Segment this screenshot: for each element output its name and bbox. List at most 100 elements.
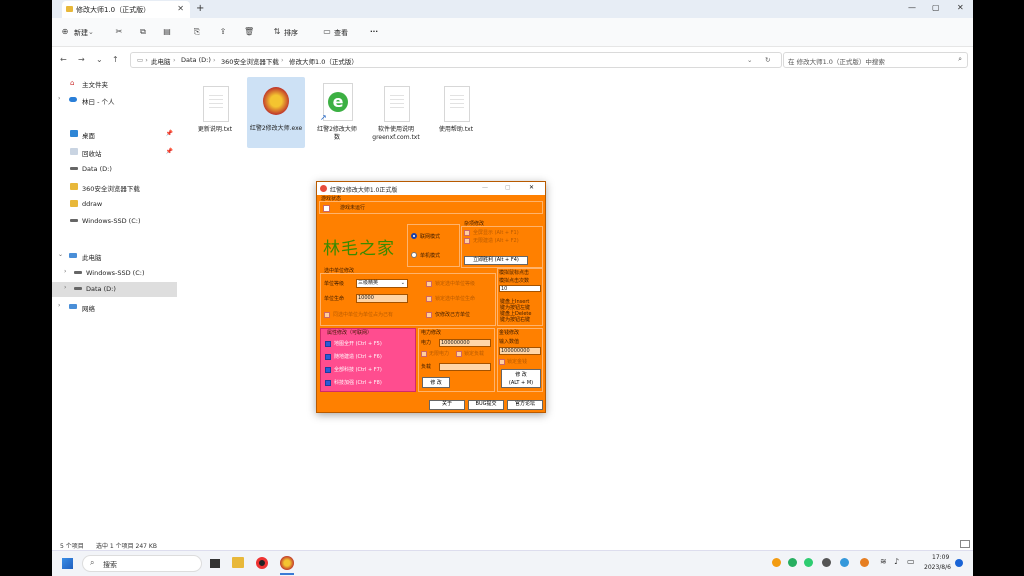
nav-item-data-d[interactable]: Data (D:) (52, 162, 177, 177)
power-input[interactable]: 100000000 (439, 339, 491, 347)
lock-level-checkbox[interactable] (426, 281, 432, 287)
chevron-right-icon[interactable]: › (58, 302, 60, 309)
about-button[interactable]: 关于 (429, 400, 465, 410)
lock-hp-checkbox[interactable] (426, 296, 432, 302)
lock-load-checkbox[interactable] (456, 351, 462, 357)
build-anywhere-checkbox[interactable] (325, 354, 331, 360)
nav-item-windows-ssd[interactable]: Windows-SSD (C:) (52, 214, 177, 229)
refresh-icon[interactable]: ↻ (765, 56, 770, 64)
fullscreen-checkbox[interactable] (464, 230, 470, 236)
wifi-icon[interactable]: ≋ (880, 557, 887, 566)
close-button[interactable]: ✕ (529, 184, 534, 191)
nav-item-desktop[interactable]: 桌面 📌 (52, 127, 177, 142)
sort-button[interactable]: 排序 (284, 28, 298, 38)
tech-boost-checkbox[interactable] (325, 380, 331, 386)
nav-item-360-download[interactable]: 360安全浏览器下载 (52, 180, 177, 195)
breadcrumb[interactable]: Data (D:) (181, 56, 211, 64)
tray-app-icon[interactable] (772, 558, 781, 567)
load-input[interactable] (439, 363, 491, 371)
chevron-down-icon[interactable]: ⌄ (747, 56, 752, 64)
rename-icon[interactable]: ⎘ (192, 27, 202, 37)
chevron-right-icon[interactable]: › (58, 95, 60, 102)
record-icon[interactable] (256, 557, 268, 569)
all-tech-checkbox[interactable] (325, 367, 331, 373)
back-icon[interactable]: ← (60, 55, 67, 64)
close-window-button[interactable]: ✕ (957, 3, 964, 12)
share-icon[interactable]: ⇪ (218, 27, 228, 37)
clock-time[interactable]: 17:09 (932, 554, 949, 561)
file-item[interactable]: 使用帮助.txt (427, 78, 485, 154)
taskbar: ⌕ 搜索 ≋ ♪ ▭ 17:09 2023/8/6 (52, 550, 973, 576)
own-units-checkbox[interactable] (426, 312, 432, 318)
breadcrumb[interactable]: 360安全浏览器下载 (221, 56, 279, 66)
nav-item-this-pc[interactable]: ⌄ 此电脑 (52, 249, 177, 264)
trainer-app-icon[interactable] (280, 556, 294, 570)
clock-date[interactable]: 2023/8/6 (924, 564, 951, 571)
nav-item-network[interactable]: › 网络 (52, 300, 177, 315)
tray-app-icon[interactable] (788, 558, 797, 567)
tray-app-icon[interactable] (804, 558, 813, 567)
task-view-icon[interactable] (210, 559, 220, 568)
tray-app-icon[interactable] (860, 558, 869, 567)
nav-item-recycle[interactable]: 回收站 📌 (52, 145, 177, 160)
chevron-down-icon[interactable]: ⌄ (58, 251, 63, 258)
tray-app-icon[interactable] (822, 558, 831, 567)
delete-icon[interactable]: 🗑 (244, 27, 254, 37)
new-button[interactable]: 新建 (74, 28, 88, 38)
up-icon[interactable]: ↑ (112, 55, 119, 64)
unit-opt3-checkbox[interactable] (324, 312, 330, 318)
maximize-button[interactable]: ▢ (932, 3, 940, 12)
file-item[interactable]: 软件使用说明 greenxf.com.txt (367, 78, 425, 154)
minimize-button[interactable]: — (482, 184, 488, 191)
maximize-button[interactable]: ▢ (505, 184, 511, 191)
lock-money-checkbox[interactable] (499, 359, 505, 365)
forward-icon[interactable]: → (78, 55, 85, 64)
nav-item-data-d-selected[interactable]: › Data (D:) (52, 282, 177, 297)
power-modify-button[interactable]: 修 改 (422, 377, 450, 388)
online-mode-radio[interactable] (411, 233, 417, 239)
file-item[interactable]: 更新说明.txt (186, 78, 244, 154)
game-status-checkbox[interactable] (323, 205, 330, 212)
click-count-input[interactable]: 10 (499, 285, 541, 292)
breadcrumb[interactable]: 修改大师1.0（正式版） (289, 56, 358, 66)
volume-icon[interactable]: ♪ (894, 557, 899, 566)
instant-win-button[interactable]: 立即胜利 (Alt + F4) (464, 256, 528, 265)
map-reveal-checkbox[interactable] (325, 341, 331, 347)
paste-icon[interactable]: ▤ (162, 27, 172, 37)
nav-item-home[interactable]: ⌂ 主文件夹 (52, 76, 177, 91)
tab-active[interactable]: 修改大师1.0（正式版） ✕ (62, 1, 190, 18)
file-item-selected[interactable]: 红警2修改大师.exe (247, 77, 305, 148)
history-chevron-icon[interactable]: ⌄ (96, 55, 103, 64)
forum-button[interactable]: 官方论坛 (507, 400, 543, 410)
minimize-button[interactable]: — (908, 3, 916, 12)
money-input[interactable]: 100000000 (499, 347, 541, 355)
nav-item-ddraw[interactable]: ddraw (52, 197, 177, 212)
unit-level-select[interactable]: 三级精英 ⌄ (356, 279, 408, 288)
more-button[interactable]: ··· (370, 28, 378, 36)
chevron-right-icon[interactable]: › (64, 284, 66, 291)
nav-item-windows-ssd-c[interactable]: › Windows-SSD (C:) (52, 266, 177, 281)
start-icon[interactable] (62, 558, 73, 569)
search-input[interactable]: 在 修改大师1.0（正式版）中搜索 ⌕ (783, 52, 968, 68)
single-mode-radio[interactable] (411, 252, 417, 258)
taskbar-search[interactable]: ⌕ 搜索 (82, 555, 202, 572)
new-tab-button[interactable]: + (196, 3, 204, 14)
file-item[interactable]: e ↗ 红警2修改大师 数 (308, 78, 366, 154)
tray-app-icon[interactable] (840, 558, 849, 567)
chevron-right-icon[interactable]: › (64, 268, 66, 275)
breadcrumb[interactable]: 此电脑 (151, 56, 171, 66)
copy-icon[interactable]: ⧉ (138, 27, 148, 37)
notification-badge[interactable] (955, 559, 963, 567)
close-tab-icon[interactable]: ✕ (177, 4, 184, 13)
file-explorer-icon[interactable] (232, 557, 244, 568)
bug-submit-button[interactable]: BUG提交 (468, 400, 504, 410)
address-bar[interactable]: ▭ › 此电脑 › Data (D:) › 360安全浏览器下载 › 修改大师1… (130, 52, 782, 68)
unit-hp-input[interactable]: 10000 (356, 294, 408, 303)
nav-item-onedrive[interactable]: › 林曰 - 个人 (52, 93, 177, 108)
money-modify-button[interactable]: 修 改 (ALT + M) (501, 369, 541, 388)
view-button[interactable]: 查看 (334, 28, 348, 38)
unlimited-power-checkbox[interactable] (421, 351, 427, 357)
cut-icon[interactable]: ✂ (114, 27, 124, 37)
battery-icon[interactable]: ▭ (907, 557, 915, 566)
unlimited-build-checkbox[interactable] (464, 238, 470, 244)
